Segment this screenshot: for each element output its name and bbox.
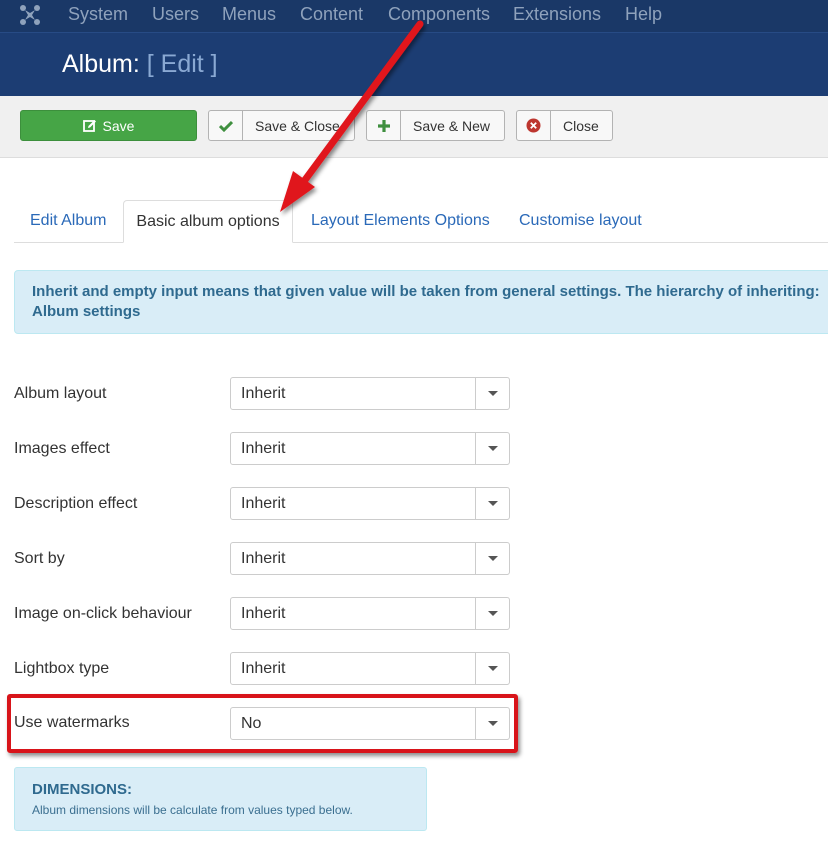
description-effect-label: Description effect: [14, 495, 138, 512]
sort-by-label: Sort by: [14, 550, 65, 567]
images-effect-value: Inherit: [241, 439, 286, 457]
close-circle-icon: [517, 111, 551, 140]
save-button[interactable]: Save: [20, 110, 197, 141]
lightbox-type-select[interactable]: Inherit: [230, 652, 510, 685]
edit-icon: [82, 119, 96, 132]
check-icon: [209, 111, 243, 140]
joomla-logo-icon[interactable]: [18, 3, 42, 27]
nav-help[interactable]: Help: [625, 3, 662, 25]
images-effect-label: Images effect: [14, 440, 110, 457]
save-new-button[interactable]: Save & New: [366, 110, 505, 141]
info-alert: Inherit and empty input means that given…: [14, 270, 828, 334]
save-new-label: Save & New: [413, 117, 491, 134]
album-layout-label: Album layout: [14, 385, 107, 402]
highlight-box: [7, 694, 518, 753]
album-layout-value: Inherit: [241, 384, 286, 402]
tab-layout-elements-options[interactable]: Layout Elements Options: [311, 205, 490, 237]
nav-content[interactable]: Content: [300, 3, 363, 25]
album-layout-select[interactable]: Inherit: [230, 377, 510, 410]
dimensions-title: DIMENSIONS:: [32, 781, 133, 798]
lightbox-type-label: Lightbox type: [14, 660, 110, 677]
dimensions-description: Album dimensions will be calculate from …: [32, 803, 353, 817]
plus-icon: [367, 111, 401, 140]
close-label: Close: [563, 117, 599, 134]
dimensions-panel: DIMENSIONS: Album dimensions will be cal…: [14, 767, 427, 831]
nav-menus[interactable]: Menus: [222, 3, 276, 25]
chevron-down-icon[interactable]: [475, 653, 509, 684]
image-onclick-behaviour-select[interactable]: Inherit: [230, 597, 510, 630]
page-title-mode: [ Edit ]: [146, 50, 218, 78]
description-effect-value: Inherit: [241, 494, 286, 512]
tab-basic-album-options[interactable]: Basic album options: [123, 200, 293, 243]
page-title: Album: [ Edit ]: [62, 49, 218, 79]
nav-extensions[interactable]: Extensions: [513, 3, 601, 25]
page-title-text: Album:: [62, 50, 140, 78]
save-close-button[interactable]: Save & Close: [208, 110, 355, 141]
save-close-label: Save & Close: [255, 117, 340, 134]
sort-by-value: Inherit: [241, 549, 286, 567]
images-effect-select[interactable]: Inherit: [230, 432, 510, 465]
lightbox-type-value: Inherit: [241, 659, 286, 677]
chevron-down-icon[interactable]: [475, 488, 509, 519]
save-button-label: Save: [102, 117, 135, 134]
chevron-down-icon[interactable]: [475, 378, 509, 409]
image-onclick-behaviour-value: Inherit: [241, 604, 286, 622]
tab-customise-layout[interactable]: Customise layout: [519, 205, 642, 237]
nav-components[interactable]: Components: [388, 3, 490, 25]
chevron-down-icon[interactable]: [475, 433, 509, 464]
nav-system[interactable]: System: [68, 3, 128, 25]
nav-users[interactable]: Users: [152, 3, 199, 25]
tab-edit-album[interactable]: Edit Album: [30, 205, 106, 237]
sort-by-select[interactable]: Inherit: [230, 542, 510, 575]
description-effect-select[interactable]: Inherit: [230, 487, 510, 520]
chevron-down-icon[interactable]: [475, 543, 509, 574]
image-onclick-behaviour-label: Image on-click behaviour: [14, 605, 192, 622]
chevron-down-icon[interactable]: [475, 598, 509, 629]
close-button[interactable]: Close: [516, 110, 613, 141]
